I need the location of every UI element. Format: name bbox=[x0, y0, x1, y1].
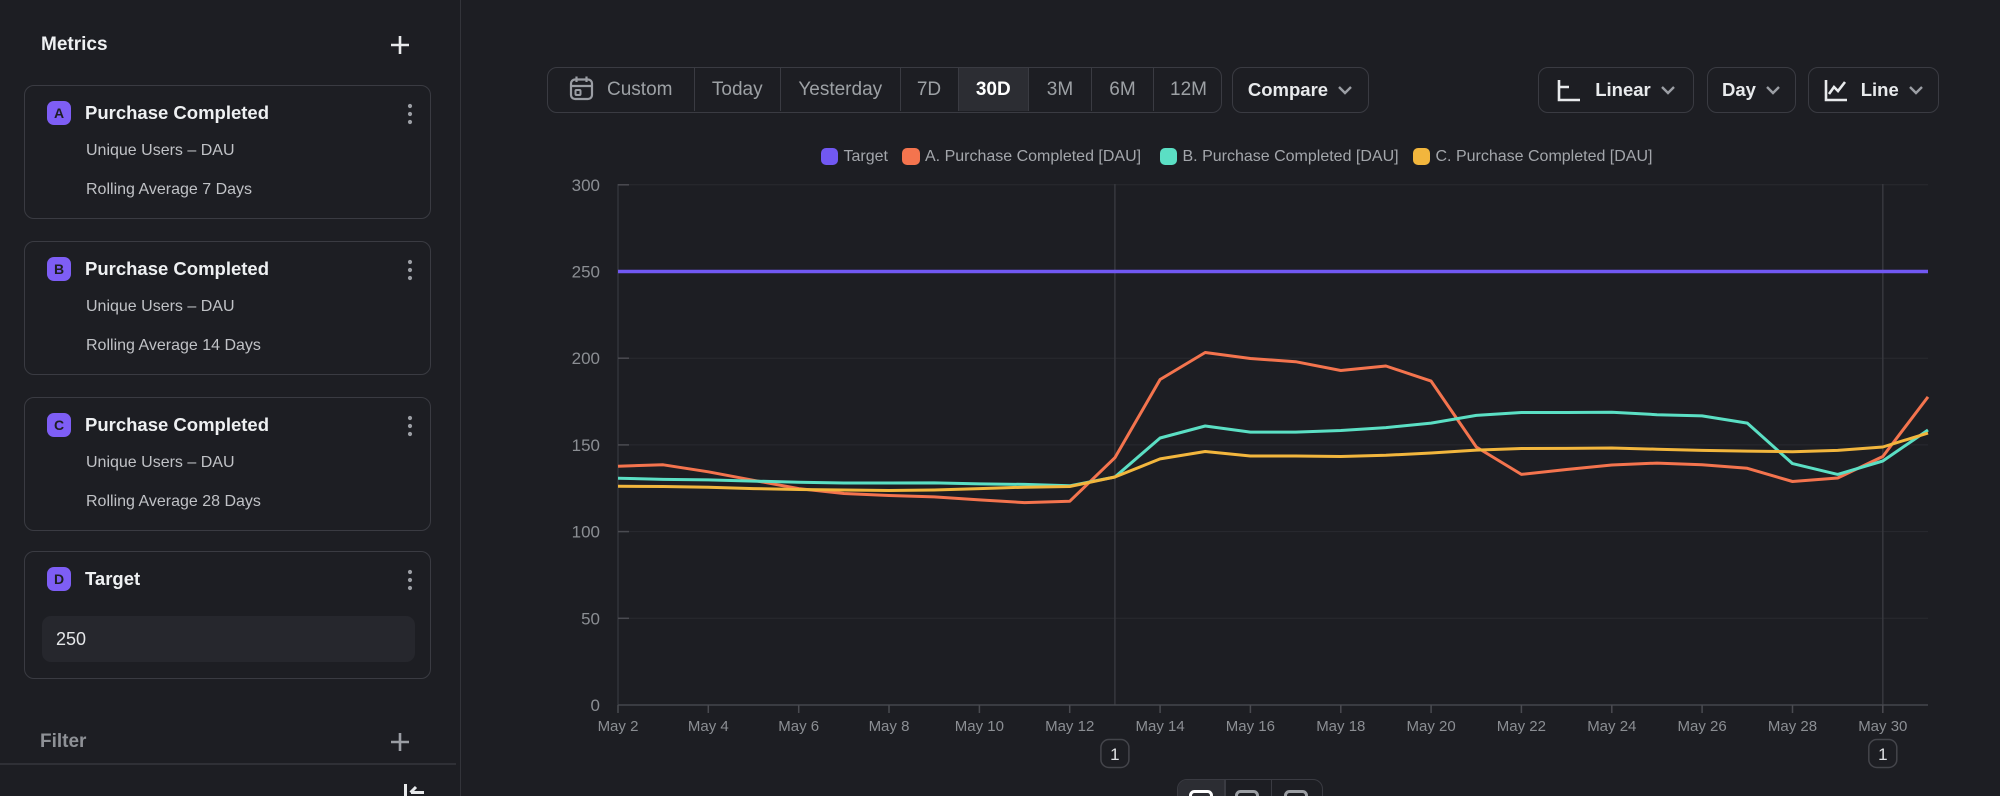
svg-text:May 30: May 30 bbox=[1858, 718, 1907, 735]
svg-text:0: 0 bbox=[591, 696, 600, 715]
svg-text:May 10: May 10 bbox=[955, 718, 1004, 735]
svg-text:250: 250 bbox=[572, 263, 600, 282]
svg-text:May 8: May 8 bbox=[869, 718, 910, 735]
svg-text:100: 100 bbox=[572, 523, 600, 542]
svg-text:May 16: May 16 bbox=[1226, 718, 1275, 735]
svg-text:May 4: May 4 bbox=[688, 718, 729, 735]
svg-text:May 2: May 2 bbox=[598, 718, 639, 735]
svg-text:May 14: May 14 bbox=[1135, 718, 1184, 735]
svg-text:1: 1 bbox=[1110, 745, 1119, 764]
svg-text:May 6: May 6 bbox=[778, 718, 819, 735]
svg-text:May 28: May 28 bbox=[1768, 718, 1817, 735]
svg-text:50: 50 bbox=[581, 609, 600, 628]
svg-text:May 18: May 18 bbox=[1316, 718, 1365, 735]
svg-text:May 20: May 20 bbox=[1406, 718, 1455, 735]
svg-text:May 22: May 22 bbox=[1497, 718, 1546, 735]
svg-text:May 24: May 24 bbox=[1587, 718, 1636, 735]
svg-text:May 12: May 12 bbox=[1045, 718, 1094, 735]
svg-text:1: 1 bbox=[1878, 745, 1887, 764]
svg-text:300: 300 bbox=[572, 176, 600, 195]
svg-text:May 26: May 26 bbox=[1677, 718, 1726, 735]
svg-text:150: 150 bbox=[572, 436, 600, 455]
svg-text:200: 200 bbox=[572, 349, 600, 368]
